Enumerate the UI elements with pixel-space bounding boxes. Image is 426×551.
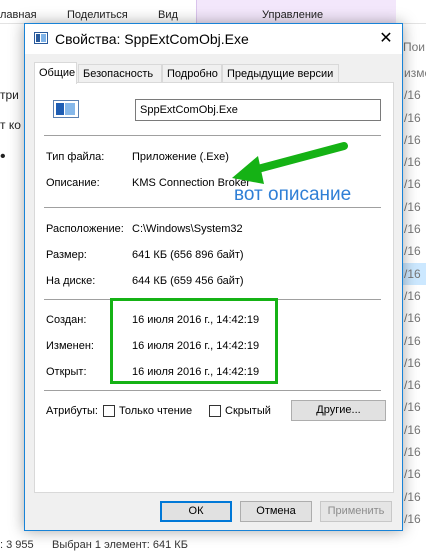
explorer-file-list: изме/16/16/16/16/16/16/16/16/16/16/16/16…	[403, 62, 426, 530]
file-list-row[interactable]: /16	[403, 173, 426, 195]
file-list-row[interactable]: /16	[403, 84, 426, 106]
readonly-checkbox[interactable]	[103, 405, 115, 417]
disk-size-value: 644 КБ (659 456 байт)	[132, 275, 244, 287]
created-label: Создан:	[46, 314, 87, 326]
modified-label: Изменен:	[46, 340, 94, 352]
file-list-row[interactable]: /16	[403, 307, 426, 329]
ribbon-tab-manage[interactable]: Управление	[262, 9, 323, 21]
explorer-search-hint: Пои	[403, 40, 426, 54]
file-list-row[interactable]: /16	[403, 419, 426, 441]
disk-size-label: На диске:	[46, 275, 96, 287]
timestamps-highlight-box	[110, 298, 278, 384]
file-list-row[interactable]: /16	[403, 463, 426, 485]
file-name-field[interactable]: SppExtComObj.Exe	[135, 99, 381, 121]
close-button[interactable]: ✕	[371, 24, 401, 54]
dialog-titlebar[interactable]: Свойства: SppExtComObj.Exe ✕	[25, 24, 402, 54]
explorer-left-text-1: три	[0, 88, 19, 102]
ribbon-tab-share[interactable]: Поделиться	[67, 9, 128, 21]
tab-security[interactable]: Безопасность	[78, 64, 162, 83]
status-item-count: : 3 955	[0, 539, 34, 551]
tab-strip: Общие Безопасность Подробно Предыдущие в…	[34, 62, 394, 84]
tab-details[interactable]: Подробно	[162, 64, 222, 83]
description-label: Описание:	[46, 177, 100, 189]
file-list-row[interactable]: изме	[403, 62, 426, 84]
opened-label: Открыт:	[46, 366, 87, 378]
file-list-row[interactable]: /16	[403, 240, 426, 262]
cancel-button[interactable]: Отмена	[240, 501, 312, 522]
separator	[44, 135, 381, 136]
explorer-bullet: •	[0, 148, 6, 165]
file-list-row[interactable]: /16	[403, 330, 426, 352]
file-list-row[interactable]: /16	[403, 352, 426, 374]
ribbon-tab-home[interactable]: лавная	[0, 9, 37, 21]
window-icon	[34, 32, 48, 44]
file-list-row[interactable]: /16	[403, 396, 426, 418]
location-value: C:\Windows\System32	[132, 223, 243, 235]
tab-general[interactable]: Общие	[34, 62, 77, 84]
file-list-row[interactable]: /16	[403, 508, 426, 530]
file-list-row[interactable]: /16	[403, 218, 426, 240]
explorer-ribbon: лавная Поделиться Вид Управление	[0, 0, 426, 24]
separator	[44, 207, 381, 208]
advanced-attributes-button[interactable]: Другие...	[291, 400, 386, 421]
file-type-value: Приложение (.Exe)	[132, 151, 229, 163]
file-list-row[interactable]: /16	[403, 441, 426, 463]
file-list-row[interactable]: /16	[403, 151, 426, 173]
file-list-row[interactable]: /16	[403, 129, 426, 151]
ok-button[interactable]: ОК	[160, 501, 232, 522]
size-label: Размер:	[46, 249, 87, 261]
explorer-left-text-2: т ко	[0, 118, 21, 132]
properties-dialog: Свойства: SppExtComObj.Exe ✕ Общие Безоп…	[24, 23, 403, 531]
file-list-row[interactable]: /16	[403, 196, 426, 218]
file-list-row[interactable]: /16	[403, 486, 426, 508]
screen: лавная Поделиться Вид Управление три т к…	[0, 0, 426, 551]
dialog-title: Свойства: SppExtComObj.Exe	[55, 31, 249, 47]
size-value: 641 КБ (656 896 байт)	[132, 249, 244, 261]
hidden-checkbox[interactable]	[209, 405, 221, 417]
annotation-text: вот описание	[234, 184, 352, 205]
file-list-row[interactable]: /16	[403, 374, 426, 396]
ribbon-tab-view[interactable]: Вид	[158, 9, 178, 21]
file-list-row[interactable]: /16	[403, 262, 426, 285]
file-list-row[interactable]: /16	[403, 285, 426, 307]
tab-previous-versions[interactable]: Предыдущие версии	[222, 64, 339, 83]
status-selection: Выбран 1 элемент: 641 КБ	[52, 539, 188, 551]
apply-button[interactable]: Применить	[320, 501, 392, 522]
attributes-label: Атрибуты:	[46, 405, 98, 417]
location-label: Расположение:	[46, 223, 124, 235]
separator	[44, 390, 381, 391]
application-icon	[53, 100, 79, 118]
file-list-row[interactable]: /16	[403, 107, 426, 129]
explorer-status-bar: : 3 955 Выбран 1 элемент: 641 КБ	[0, 533, 426, 551]
readonly-label[interactable]: Только чтение	[119, 405, 192, 417]
hidden-label[interactable]: Скрытый	[225, 405, 271, 417]
file-type-label: Тип файла:	[46, 151, 105, 163]
